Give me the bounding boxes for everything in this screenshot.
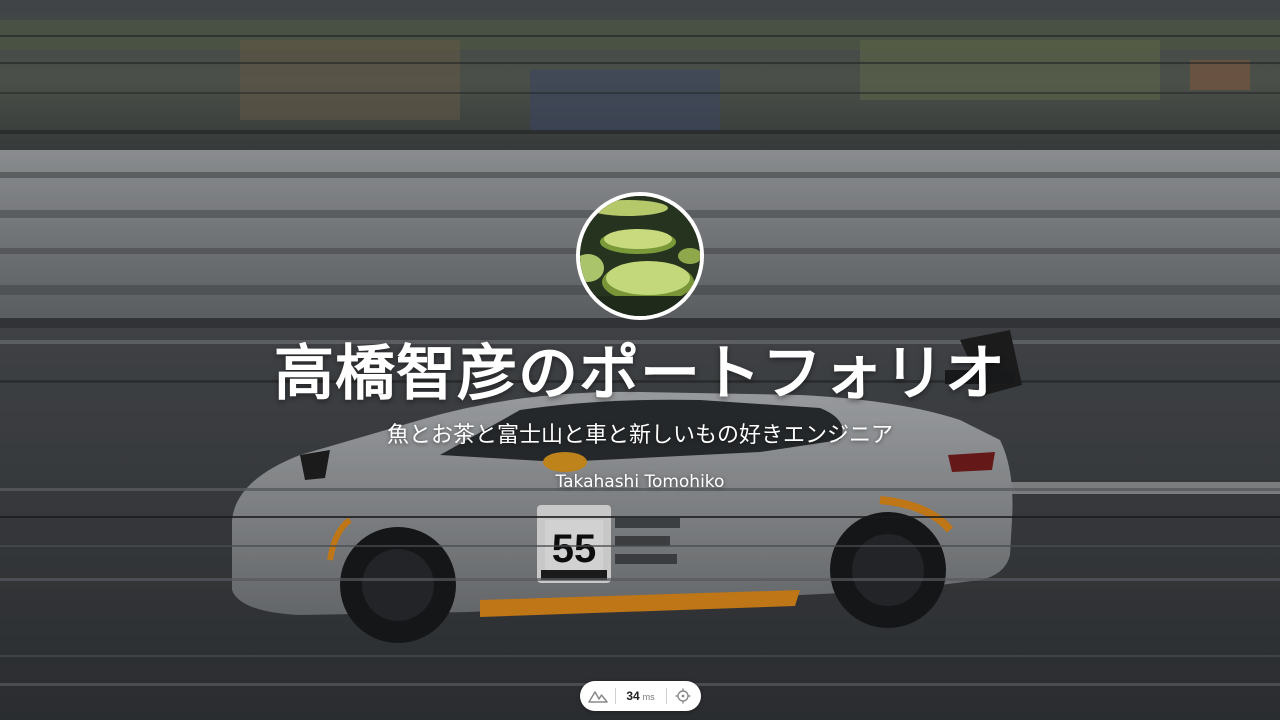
render-time-unit: ms (642, 692, 655, 702)
hero-content: 高橋智彦のポートフォリオ 魚とお茶と富士山と車と新しいもの好きエンジニア Tak… (0, 0, 1280, 720)
toolbar-divider (665, 688, 667, 704)
tagline: 魚とお茶と富士山と車と新しいもの好きエンジニア (386, 423, 893, 448)
render-time-metric[interactable]: 34 ms (622, 689, 660, 703)
nuxt-logo-icon[interactable] (588, 688, 609, 704)
hero-section: 55 高橋智彦のポートフォリオ 魚とお茶と富士山と車と新しいもの好きエンジニア … (0, 0, 1280, 720)
crosshair-icon[interactable] (672, 685, 693, 707)
author-name: Takahashi Tomohiko (555, 472, 725, 492)
page-title: 高橋智彦のポートフォリオ (274, 339, 1006, 409)
render-time-value: 34 (626, 689, 640, 703)
avatar (576, 192, 704, 320)
devtools-toolbar[interactable]: 34 ms (580, 681, 701, 711)
avatar-image (580, 196, 700, 316)
toolbar-divider (614, 688, 616, 704)
